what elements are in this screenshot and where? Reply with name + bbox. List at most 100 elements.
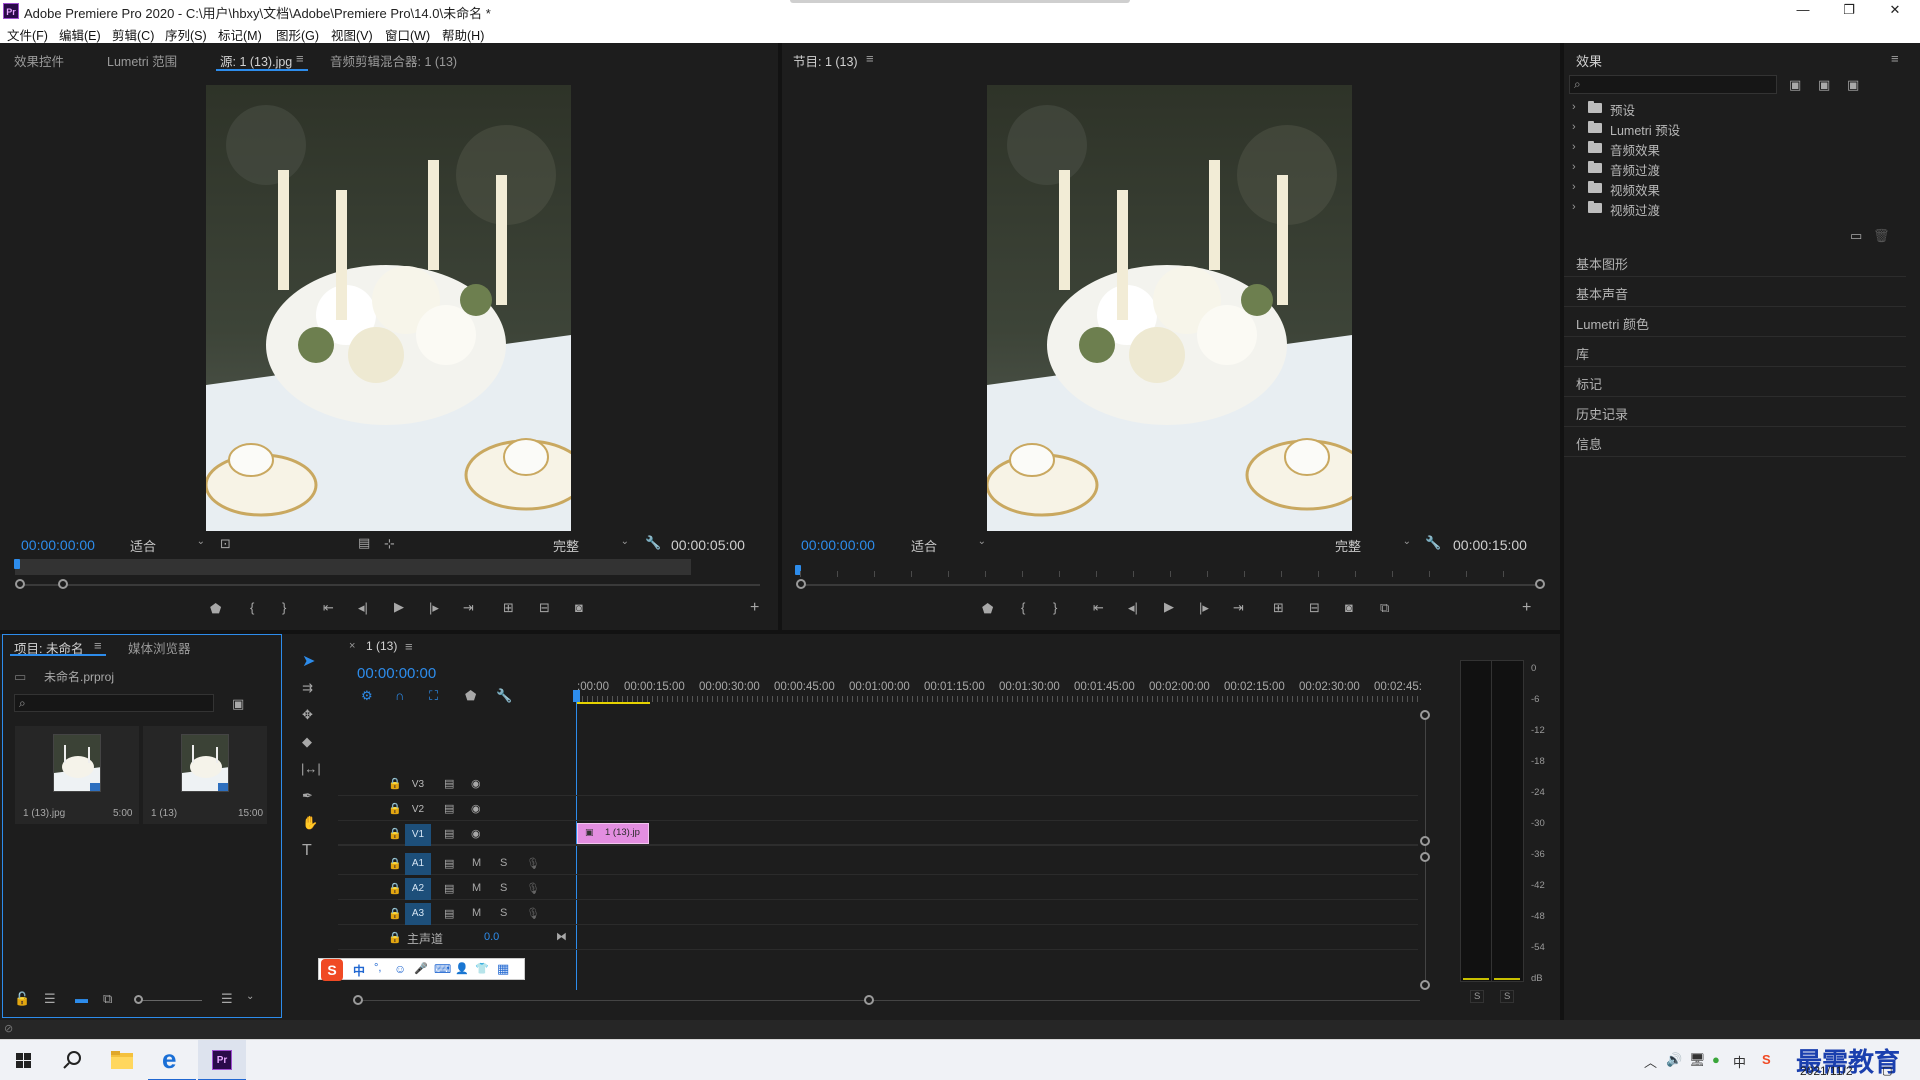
menu-view[interactable]: 视图(V): [331, 25, 373, 44]
windows-start-icon[interactable]: [0, 1040, 48, 1080]
meter-solo-left[interactable]: S: [1470, 990, 1485, 1003]
program-zoom-handle-left[interactable]: [796, 579, 806, 589]
program-quality-dropdown[interactable]: 完整 ⌄: [1335, 536, 1411, 554]
network-icon[interactable]: 🖥: [1689, 1052, 1706, 1068]
volume-icon[interactable]: 🔊: [1666, 1052, 1682, 1068]
tab-source[interactable]: 源: 1 (13).jpg: [220, 51, 292, 70]
insert-icon[interactable]: ⊞: [503, 601, 514, 614]
tray-expand-icon[interactable]: ︿: [1644, 1052, 1657, 1071]
camera-icon[interactable]: ◙: [575, 601, 583, 614]
go-to-out-icon[interactable]: ⇥: [1233, 601, 1244, 614]
microphone-icon[interactable]: 🎙: [526, 857, 540, 870]
mute-button[interactable]: M: [472, 882, 481, 894]
mute-button[interactable]: M: [472, 907, 481, 919]
overwrite-icon[interactable]: ⊟: [539, 601, 550, 614]
sogou-tray-icon[interactable]: S: [1762, 1052, 1771, 1067]
tab-media-browser[interactable]: 媒体浏览器: [128, 638, 191, 657]
snap-icon[interactable]: ∩: [395, 689, 404, 702]
toggle-sync-icon[interactable]: ▤: [444, 907, 454, 920]
master-volume-value[interactable]: 0.0: [484, 931, 499, 943]
section-essential-sound[interactable]: 基本声音: [1564, 277, 1906, 307]
type-tool-icon[interactable]: T: [302, 843, 312, 859]
tab-lumetri-scopes[interactable]: Lumetri 范围: [107, 51, 177, 70]
step-back-icon[interactable]: ◂|: [1128, 601, 1138, 614]
go-to-in-icon[interactable]: ⇤: [323, 601, 334, 614]
ime-voice-icon[interactable]: 🎤: [414, 962, 428, 975]
toggle-sync-icon[interactable]: ▤: [444, 857, 454, 870]
lock-icon[interactable]: 🔒: [388, 931, 402, 944]
section-lumetri-color[interactable]: Lumetri 颜色: [1564, 307, 1906, 337]
extract-icon[interactable]: ⊟: [1309, 601, 1320, 614]
play-icon[interactable]: ▶: [1164, 600, 1174, 613]
ime-user-icon[interactable]: 👤: [455, 962, 469, 975]
slip-tool-icon[interactable]: |↔|: [301, 762, 321, 775]
step-forward-icon[interactable]: |▸: [1199, 601, 1209, 614]
project-item-sequence[interactable]: 1 (13) 15:00: [143, 726, 267, 824]
hand-tool-icon[interactable]: ✋: [302, 816, 318, 829]
source-zoom-handle-right[interactable]: [58, 579, 68, 589]
drag-audio-icon[interactable]: ⊹: [384, 537, 395, 550]
ime-punctuation-icon[interactable]: °,: [374, 962, 381, 974]
lock-icon[interactable]: 🔓: [14, 992, 30, 1005]
effects-panel-menu-icon[interactable]: ≡: [1891, 51, 1899, 66]
comparison-view-icon[interactable]: ⧉: [1380, 601, 1389, 614]
mark-in-icon[interactable]: {: [250, 601, 254, 614]
work-area-bar[interactable]: [577, 702, 650, 704]
nest-sequence-icon[interactable]: ⚙: [361, 689, 373, 702]
mark-in-icon[interactable]: {: [1021, 601, 1025, 614]
ime-toolbar[interactable]: S 中 °, ☺ 🎤 ⌨ 👤 👕 ▦: [318, 958, 525, 981]
ime-skin-icon[interactable]: 👕: [475, 962, 489, 975]
toggle-sync-icon[interactable]: ▤: [444, 827, 454, 840]
source-zoom-bar[interactable]: [20, 584, 760, 586]
lock-icon[interactable]: 🔒: [388, 907, 402, 920]
timeline-menu-icon[interactable]: ≡: [405, 639, 413, 654]
vertical-scroll-handle[interactable]: [1420, 710, 1430, 720]
menu-edit[interactable]: 编辑(E): [59, 25, 101, 44]
mark-out-icon[interactable]: }: [1053, 601, 1057, 614]
menu-window[interactable]: 窗口(W): [385, 25, 430, 44]
menu-help[interactable]: 帮助(H): [442, 25, 484, 44]
menu-sequence[interactable]: 序列(S): [165, 25, 207, 44]
section-libraries[interactable]: 库: [1564, 337, 1906, 367]
razor-tool-icon[interactable]: ◆: [302, 735, 312, 748]
microphone-icon[interactable]: 🎙: [526, 907, 540, 920]
solo-button[interactable]: S: [500, 882, 507, 894]
timeline-settings-icon[interactable]: 🔧: [496, 689, 512, 702]
pen-tool-icon[interactable]: ✒: [302, 789, 313, 802]
ime-keyboard-icon[interactable]: ⌨: [434, 962, 451, 976]
track-label-a1[interactable]: A1: [405, 853, 431, 875]
mute-button[interactable]: M: [472, 857, 481, 869]
track-label-a2[interactable]: A2: [405, 878, 431, 900]
add-button-icon[interactable]: +: [750, 600, 759, 616]
security-icon[interactable]: ●: [1712, 1052, 1720, 1067]
tab-sequence[interactable]: 1 (13): [366, 639, 397, 653]
list-view-icon[interactable]: ☰: [44, 992, 56, 1005]
program-fit-dropdown[interactable]: 适合 ⌄: [911, 536, 986, 554]
vertical-scroll-handle[interactable]: [1420, 852, 1430, 862]
tree-item-video-transitions[interactable]: › 视频过渡: [1572, 200, 1872, 218]
ime-toolbox-icon[interactable]: ▦: [497, 961, 509, 977]
track-label-v2[interactable]: V2: [405, 799, 431, 821]
project-item-image[interactable]: 1 (13).jpg 5:00: [15, 726, 139, 824]
section-essential-graphics[interactable]: 基本图形: [1564, 247, 1906, 277]
go-to-in-icon[interactable]: ⇤: [1093, 601, 1104, 614]
source-quality-dropdown[interactable]: 完整 ⌄: [553, 536, 629, 554]
toggle-sync-icon[interactable]: ▤: [444, 777, 454, 790]
program-time-ruler[interactable]: [800, 571, 1540, 577]
program-panel-menu-icon[interactable]: ≡: [866, 51, 874, 66]
source-panel-menu-icon[interactable]: ≡: [296, 51, 304, 66]
section-info[interactable]: 信息: [1564, 427, 1906, 457]
source-playhead[interactable]: [14, 559, 20, 569]
program-zoom-handle-right[interactable]: [1535, 579, 1545, 589]
lock-icon[interactable]: 🔒: [388, 777, 402, 790]
add-button-icon[interactable]: +: [1522, 600, 1531, 616]
notification-icon[interactable]: ▢: [1882, 1064, 1892, 1077]
minimize-button[interactable]: —: [1780, 0, 1826, 22]
source-in-out-bar[interactable]: [15, 559, 691, 575]
menu-clip[interactable]: 剪辑(C): [112, 25, 154, 44]
effects-search-input[interactable]: ⌕: [1569, 75, 1777, 94]
freeform-view-icon[interactable]: ⧉: [103, 992, 112, 1005]
wrench-icon[interactable]: 🔧: [1425, 536, 1441, 549]
play-icon[interactable]: ▶: [394, 600, 404, 613]
track-label-v3[interactable]: V3: [405, 774, 431, 796]
